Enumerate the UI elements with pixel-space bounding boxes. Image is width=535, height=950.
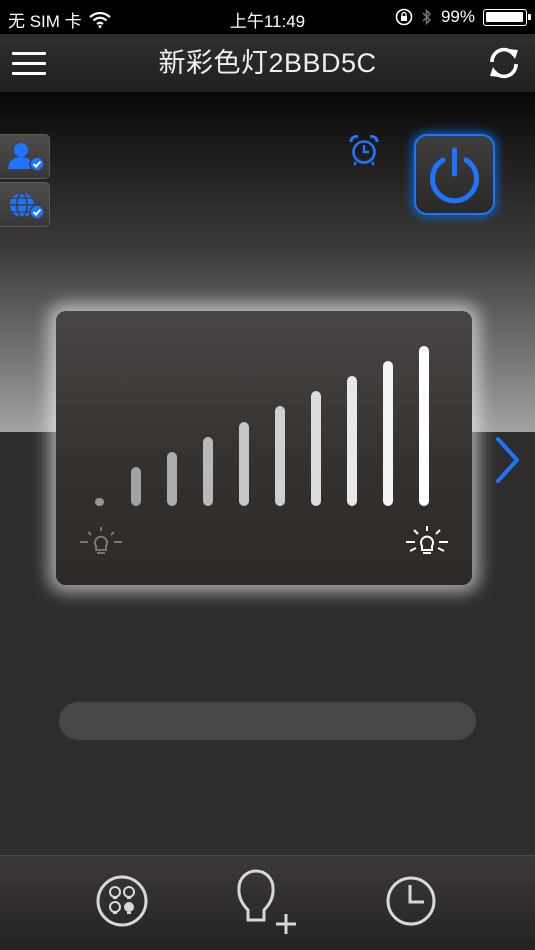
bulb-dim-icon[interactable] xyxy=(78,525,124,559)
chevron-right-icon[interactable] xyxy=(493,436,523,484)
brightness-level-bar[interactable] xyxy=(95,498,104,506)
globe-check-icon xyxy=(10,192,45,220)
status-bar: 无 SIM 卡 上午11:49 99% xyxy=(0,0,535,34)
brightness-level-bar[interactable] xyxy=(347,376,357,506)
power-icon xyxy=(430,147,479,204)
add-bulb-icon[interactable] xyxy=(236,868,296,934)
page-title: 新彩色灯2BBD5C xyxy=(158,48,377,78)
clock-icon[interactable] xyxy=(381,868,441,934)
brightness-level-bar[interactable] xyxy=(131,467,141,506)
brightness-level-bar[interactable] xyxy=(383,361,393,506)
battery-label: 99% xyxy=(440,7,475,26)
power-button[interactable] xyxy=(414,134,495,215)
hamburger-icon[interactable] xyxy=(12,48,48,78)
user-mode-button[interactable] xyxy=(0,134,50,179)
bluetooth-icon xyxy=(422,8,432,26)
network-mode-button[interactable] xyxy=(0,182,50,227)
brightness-card[interactable] xyxy=(56,311,472,585)
refresh-icon[interactable] xyxy=(485,44,523,82)
brightness-level-bar[interactable] xyxy=(419,346,429,506)
orientation-lock-icon xyxy=(395,8,413,26)
brightness-level-bar[interactable] xyxy=(167,452,177,506)
brightness-level-bar[interactable] xyxy=(275,406,285,506)
bulbs-icon[interactable] xyxy=(92,868,152,934)
alarm-clock-icon[interactable] xyxy=(348,134,380,166)
user-check-icon xyxy=(8,143,45,172)
status-right: 99% xyxy=(395,7,531,27)
slider-track[interactable] xyxy=(59,702,476,740)
bulb-bright-icon[interactable] xyxy=(404,525,450,559)
brightness-level-bar[interactable] xyxy=(239,422,249,506)
nav-bar: 新彩色灯2BBD5C xyxy=(0,34,535,92)
battery-icon xyxy=(483,8,531,26)
brightness-level-bar[interactable] xyxy=(203,437,213,506)
brightness-level-bar[interactable] xyxy=(311,391,321,506)
